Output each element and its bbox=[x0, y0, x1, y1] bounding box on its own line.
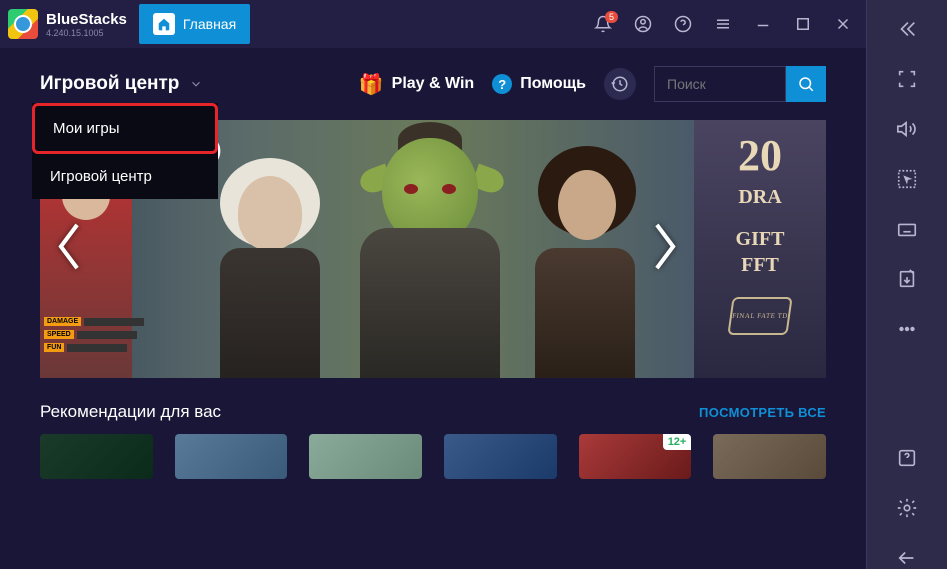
account-button[interactable] bbox=[634, 15, 652, 33]
close-button[interactable] bbox=[834, 15, 852, 33]
recs-title: Рекомендации для вас bbox=[40, 402, 221, 422]
location-button[interactable] bbox=[896, 168, 918, 190]
help-button[interactable] bbox=[674, 15, 692, 33]
rec-card[interactable] bbox=[175, 434, 288, 479]
brand-block: BlueStacks 4.240.15.1005 bbox=[46, 11, 127, 38]
back-button[interactable] bbox=[896, 547, 918, 569]
notifications-button[interactable]: 5 bbox=[594, 15, 612, 33]
recs-row: 12+ bbox=[40, 434, 826, 479]
right-toolbar bbox=[866, 0, 947, 569]
dropdown-menu: Мои игры Игровой центр bbox=[32, 103, 218, 199]
stat-bars: DAMAGESPEEDFUN bbox=[44, 317, 144, 352]
fullscreen-button[interactable] bbox=[896, 68, 918, 90]
secondary-toolbar: Игровой центр Мои игры Игровой центр 🎁 P… bbox=[0, 48, 866, 120]
dropdown-item-my-games[interactable]: Мои игры bbox=[32, 103, 218, 154]
install-apk-button[interactable] bbox=[896, 268, 918, 290]
titlebar: BlueStacks 4.240.15.1005 Главная 5 bbox=[0, 0, 866, 48]
dropdown-item-game-center[interactable]: Игровой центр bbox=[32, 154, 218, 199]
tab-label: Главная bbox=[183, 16, 236, 32]
settings-button[interactable] bbox=[896, 497, 918, 519]
rec-card[interactable] bbox=[713, 434, 826, 479]
minimize-button[interactable] bbox=[754, 15, 772, 33]
rec-card[interactable] bbox=[40, 434, 153, 479]
chevron-down-icon bbox=[189, 77, 203, 91]
bluestacks-logo-icon bbox=[8, 9, 38, 39]
search-button[interactable] bbox=[786, 66, 826, 102]
search-input[interactable] bbox=[654, 66, 786, 102]
help-link[interactable]: ? Помощь bbox=[492, 74, 586, 94]
history-button[interactable] bbox=[604, 68, 636, 100]
play-win-label: Play & Win bbox=[392, 75, 475, 93]
question-icon: ? bbox=[492, 74, 512, 94]
brand-name: BlueStacks bbox=[46, 11, 127, 28]
menu-button[interactable] bbox=[714, 15, 732, 33]
notification-badge: 5 bbox=[605, 11, 618, 23]
character-art-3 bbox=[330, 120, 530, 378]
gift-icon: 🎁 bbox=[359, 72, 384, 97]
final-fate-badge: FINAL FATE TD bbox=[727, 297, 792, 335]
rec-card[interactable] bbox=[309, 434, 422, 479]
rec-card[interactable] bbox=[444, 434, 557, 479]
home-icon bbox=[153, 13, 175, 35]
game-center-dropdown[interactable]: Игровой центр bbox=[40, 73, 203, 95]
search-box bbox=[654, 66, 826, 102]
character-art-4 bbox=[510, 140, 660, 378]
more-button[interactable] bbox=[896, 318, 918, 340]
help-sidebar-button[interactable] bbox=[896, 447, 918, 469]
maximize-button[interactable] bbox=[794, 15, 812, 33]
see-all-link[interactable]: ПОСМОТРЕТЬ ВСЕ bbox=[699, 405, 826, 420]
promo-line-3: FFT bbox=[741, 253, 779, 277]
carousel-side-promo[interactable]: 20 DRA GIFT FFT FINAL FATE TD bbox=[694, 120, 826, 378]
collapse-sidebar-button[interactable] bbox=[896, 18, 918, 40]
rec-card[interactable]: 12+ bbox=[579, 434, 692, 479]
volume-button[interactable] bbox=[896, 118, 918, 140]
play-and-win-link[interactable]: 🎁 Play & Win bbox=[359, 72, 474, 97]
dropdown-label: Игровой центр bbox=[40, 73, 179, 95]
recommendations-section: Рекомендации для вас ПОСМОТРЕТЬ ВСЕ 12+ bbox=[40, 402, 826, 479]
promo-line-1: DRA bbox=[738, 185, 781, 209]
carousel-next-button[interactable] bbox=[648, 220, 682, 279]
tab-home[interactable]: Главная bbox=[139, 4, 250, 44]
brand-version: 4.240.15.1005 bbox=[46, 28, 127, 38]
promo-big-number: 20 bbox=[738, 130, 782, 183]
promo-line-2: GIFT bbox=[736, 227, 785, 251]
help-label: Помощь bbox=[520, 75, 586, 93]
carousel-prev-button[interactable] bbox=[52, 220, 86, 279]
keyboard-button[interactable] bbox=[896, 218, 918, 240]
